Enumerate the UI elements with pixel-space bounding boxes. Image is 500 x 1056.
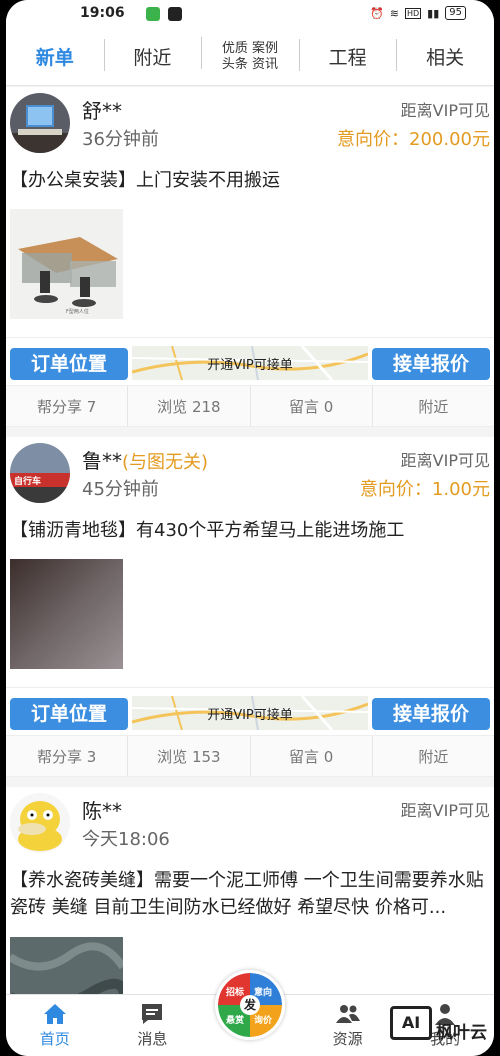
- message-icon: [142, 1004, 163, 1024]
- nav-messages-label: 消息: [137, 1030, 168, 1048]
- distance-label: 距离VIP可见: [400, 451, 490, 470]
- app-notification-icon: [168, 7, 182, 21]
- order-stats: 帮分享 3 浏览 153 留言 0 附近: [6, 735, 494, 777]
- fab-center-label: 发: [240, 995, 260, 1015]
- nav-messages[interactable]: 消息: [104, 995, 202, 1056]
- order-location-button[interactable]: 订单位置: [10, 698, 128, 730]
- order-actions: 订单位置 开通VIP可接单 接单报价: [6, 687, 494, 735]
- tab-featured-line2: 头条 资讯: [221, 56, 279, 72]
- home-icon: [43, 1004, 66, 1024]
- order-location-button[interactable]: 订单位置: [10, 348, 128, 380]
- battery-icon: 95: [445, 6, 466, 20]
- map-preview[interactable]: 开通VIP可接单: [132, 346, 368, 380]
- customer-name-text: 舒**: [82, 99, 122, 123]
- nearby-link[interactable]: 附近: [371, 386, 494, 426]
- avatar: [10, 793, 70, 853]
- distance-label: 距离VIP可见: [400, 101, 490, 120]
- order-photo[interactable]: [10, 559, 123, 669]
- customer-name: 舒**: [82, 95, 122, 124]
- intended-price: 意向价：1.00元: [359, 479, 490, 500]
- wechat-icon: [146, 7, 160, 21]
- order-feed: 舒** 36分钟前 距离VIP可见 意向价：200.00元 【办公桌安装】上门安…: [6, 87, 494, 994]
- tab-engineering[interactable]: 工程: [298, 39, 397, 71]
- fab-inquiry[interactable]: 询价: [254, 1013, 272, 1026]
- map-vip-label: 开通VIP可接单: [207, 708, 293, 723]
- nav-resources[interactable]: 资源: [299, 995, 397, 1056]
- order-card[interactable]: 自行车 鲁**(与图无关) 45分钟前 距离VIP可见 意向价：1.00元 【铺…: [6, 437, 494, 777]
- comment-count[interactable]: 留言 0: [249, 386, 372, 426]
- order-card[interactable]: 舒** 36分钟前 距离VIP可见 意向价：200.00元 【办公桌安装】上门安…: [6, 87, 494, 427]
- status-time: 19:06: [80, 5, 125, 21]
- comment-count[interactable]: 留言 0: [249, 736, 372, 776]
- fab-reward[interactable]: 悬赏: [226, 1013, 244, 1026]
- signal-icon: ▮▮: [427, 6, 440, 20]
- order-card[interactable]: 陈** 今天18:06 距离VIP可见 【养水瓷砖美缝】需要一个泥工师傅 一个卫…: [6, 787, 494, 994]
- posted-time: 45分钟前: [82, 479, 159, 500]
- customer-name: 陈**: [82, 795, 122, 824]
- intended-price: 意向价：200.00元: [337, 129, 490, 150]
- order-title[interactable]: 【养水瓷砖美缝】需要一个泥工师傅 一个卫生间需要养水贴瓷砖 美缝 目前卫生间防水…: [6, 863, 494, 921]
- nearby-link[interactable]: 附近: [371, 736, 494, 776]
- posted-time: 今天18:06: [82, 829, 170, 850]
- watermark-logo: AI: [390, 1006, 432, 1040]
- customer-name: 鲁**(与图无关): [82, 445, 208, 474]
- fab-bid[interactable]: 招标: [226, 985, 244, 998]
- order-title[interactable]: 【铺沥青地毯】有430个平方希望马上能进场施工: [6, 513, 494, 544]
- publish-button[interactable]: 招标 意向 悬赏 询价 发: [215, 970, 285, 1040]
- nav-home[interactable]: 首页: [6, 995, 104, 1056]
- order-header: 陈** 今天18:06 距离VIP可见: [6, 787, 494, 863]
- order-photo-caption: F型两人位: [66, 308, 89, 315]
- order-stats: 帮分享 7 浏览 218 留言 0 附近: [6, 385, 494, 427]
- avatar-shop-sign: 自行车: [14, 475, 41, 487]
- map-vip-label: 开通VIP可接单: [207, 358, 293, 373]
- tab-featured[interactable]: 优质 案例 头条 资讯: [201, 36, 299, 73]
- tab-nearby[interactable]: 附近: [103, 39, 202, 71]
- order-title[interactable]: 【办公桌安装】上门安装不用搬运: [6, 163, 494, 194]
- watermark: AI 枫叶云: [390, 1004, 494, 1052]
- hd-icon: HD: [404, 7, 422, 19]
- order-photo[interactable]: [10, 937, 123, 994]
- avatar: [10, 93, 70, 153]
- quote-button[interactable]: 接单报价: [372, 348, 490, 380]
- alarm-icon: ⏰: [370, 6, 384, 20]
- avatar: 自行车: [10, 443, 70, 503]
- posted-time: 36分钟前: [82, 129, 159, 150]
- tab-featured-line1: 优质 案例: [221, 40, 279, 56]
- nav-home-label: 首页: [39, 1030, 70, 1048]
- nav-resources-label: 资源: [332, 1030, 363, 1048]
- customer-name-text: 鲁**: [82, 449, 122, 473]
- order-photo[interactable]: F型两人位: [10, 209, 123, 319]
- distance-label: 距离VIP可见: [400, 801, 490, 820]
- tab-related[interactable]: 相关: [396, 39, 494, 71]
- status-icons: ⏰ ≋ HD ▮▮ 95: [370, 6, 466, 20]
- status-bar: 19:06 ⏰ ≋ HD ▮▮ 95: [6, 0, 494, 28]
- customer-tag: (与图无关): [122, 452, 209, 473]
- share-count[interactable]: 帮分享 7: [6, 386, 127, 426]
- app-screen: 19:06 ⏰ ≋ HD ▮▮ 95 新单 附近 优质 案例 头条 资讯 工程 …: [6, 0, 494, 1056]
- order-header: 自行车 鲁**(与图无关) 45分钟前 距离VIP可见 意向价：1.00元: [6, 437, 494, 513]
- map-preview[interactable]: 开通VIP可接单: [132, 696, 368, 730]
- order-header: 舒** 36分钟前 距离VIP可见 意向价：200.00元: [6, 87, 494, 163]
- tab-new-orders[interactable]: 新单: [6, 43, 104, 70]
- share-count[interactable]: 帮分享 3: [6, 736, 127, 776]
- order-actions: 订单位置 开通VIP可接单 接单报价: [6, 337, 494, 385]
- watermark-text: 枫叶云: [436, 1023, 487, 1043]
- quote-button[interactable]: 接单报价: [372, 698, 490, 730]
- view-count: 浏览 218: [127, 386, 249, 426]
- fab-intent[interactable]: 意向: [254, 985, 272, 998]
- category-tabs: 新单 附近 优质 案例 头条 资讯 工程 相关: [6, 28, 494, 86]
- customer-name-text: 陈**: [82, 799, 122, 823]
- wifi-icon: ≋: [389, 6, 399, 20]
- people-icon: [335, 1005, 360, 1023]
- view-count: 浏览 153: [127, 736, 249, 776]
